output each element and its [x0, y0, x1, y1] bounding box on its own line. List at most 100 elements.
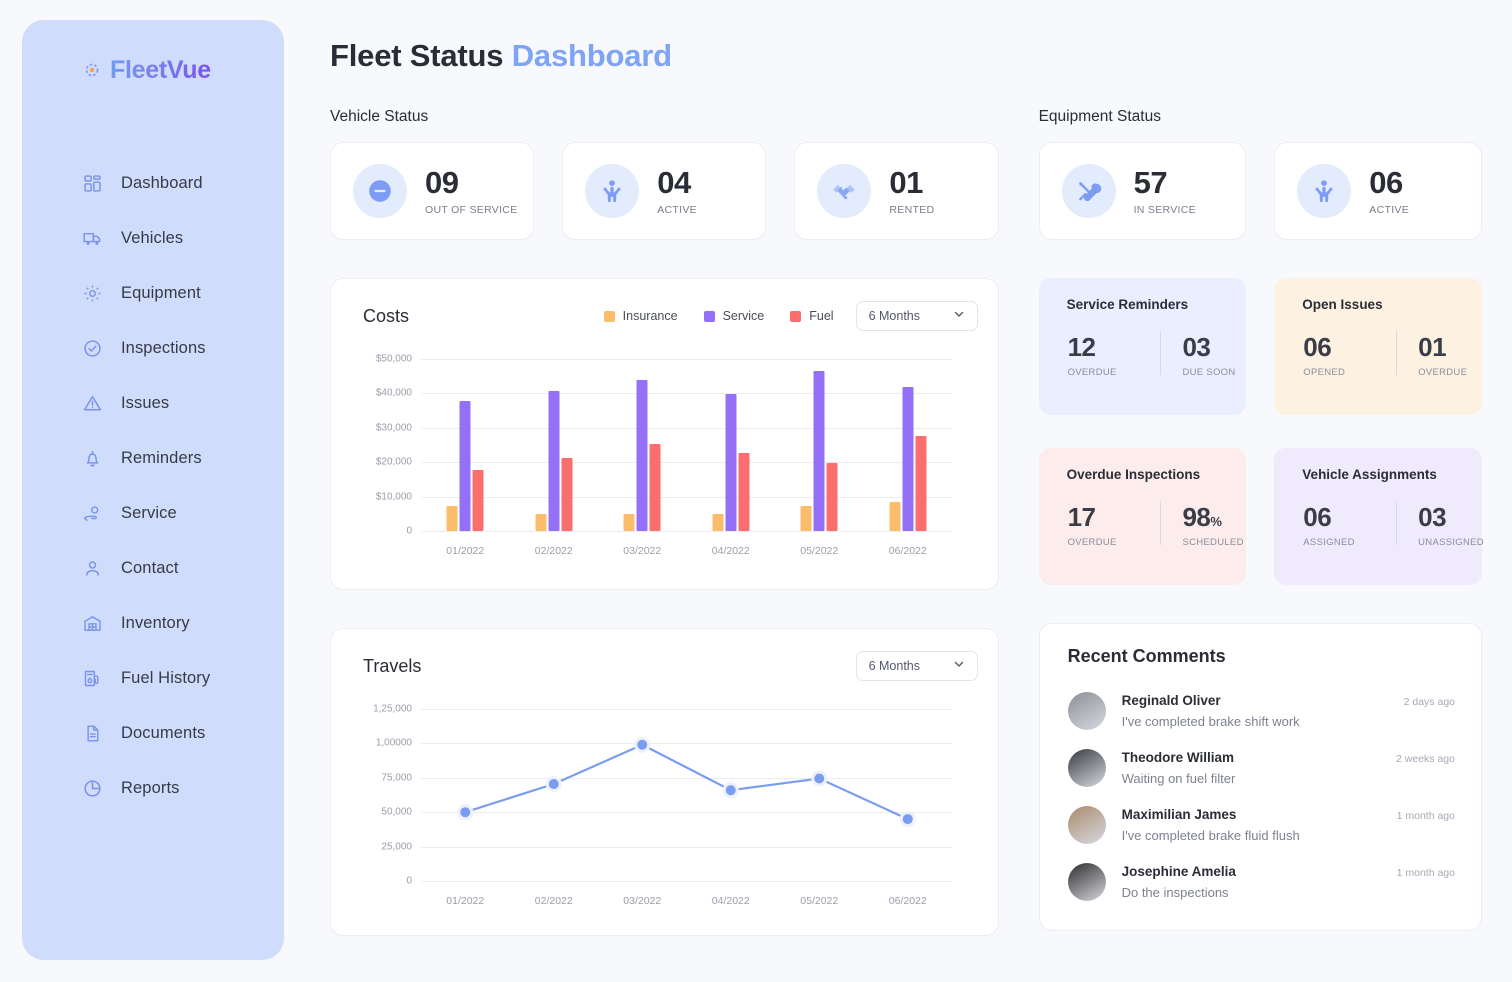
- mini-card-vehicle-assignments[interactable]: Vehicle Assignments 06 ASSIGNED 03 UNASS…: [1274, 448, 1482, 585]
- stat-card-equipment-active[interactable]: 06 ACTIVE: [1274, 142, 1482, 240]
- sidebar-item-documents[interactable]: Documents: [22, 706, 284, 761]
- sidebar-item-vehicles[interactable]: Vehicles: [22, 211, 284, 266]
- costs-card: Costs Insurance Service: [330, 278, 999, 590]
- gridline: [421, 531, 952, 532]
- comment-item[interactable]: Josephine Amelia1 month agoDo the inspec…: [1068, 856, 1455, 913]
- y-axis-tick-label: 75,000: [381, 772, 421, 783]
- stat-label: IN SERVICE: [1134, 204, 1196, 216]
- legend-swatch: [704, 311, 715, 322]
- sidebar-item-service[interactable]: Service: [22, 486, 284, 541]
- sidebar-item-inventory[interactable]: Inventory: [22, 596, 284, 651]
- bar-insurance: [447, 506, 458, 531]
- mini-stat-value: 06: [1303, 334, 1392, 360]
- comment-author: Theodore William: [1122, 750, 1234, 765]
- stat-label: ACTIVE: [657, 204, 697, 216]
- sidebar-item-inspections[interactable]: Inspections: [22, 321, 284, 376]
- sidebar-item-label: Issues: [121, 394, 169, 413]
- mini-stat-value: 03: [1182, 334, 1246, 360]
- user-icon: [82, 558, 103, 579]
- warehouse-icon: [82, 613, 103, 634]
- legend-item-insurance: Insurance: [604, 309, 678, 323]
- sidebar-item-dashboard[interactable]: Dashboard: [22, 156, 284, 211]
- comment-item[interactable]: Maximilian James1 month agoI've complete…: [1068, 799, 1455, 856]
- legend-swatch: [790, 311, 801, 322]
- equipment-status-label: Equipment Status: [1039, 108, 1482, 126]
- page-title-accent: Dashboard: [512, 38, 672, 73]
- legend-item-fuel: Fuel: [790, 309, 833, 323]
- mini-stat-label: DUE SOON: [1182, 367, 1246, 378]
- mini-card-open-issues[interactable]: Open Issues 06 OPENED 01 OVERDUE: [1274, 278, 1482, 415]
- mini-card-overdue-inspections[interactable]: Overdue Inspections 17 OVERDUE 98% SCHED…: [1039, 448, 1247, 585]
- sidebar-item-label: Contact: [121, 559, 179, 578]
- mini-stat-value: 03: [1418, 504, 1482, 530]
- bar-group: [447, 401, 484, 531]
- warning-triangle-icon: [82, 393, 103, 414]
- comments-list: Reginald Oliver2 days agoI've completed …: [1068, 685, 1455, 913]
- mini-stat-label: OVERDUE: [1418, 367, 1482, 378]
- sidebar-item-label: Inspections: [121, 339, 206, 358]
- comment-author: Reginald Oliver: [1122, 693, 1221, 708]
- bar-fuel: [915, 436, 926, 531]
- stat-card-in-service[interactable]: 57 IN SERVICE: [1039, 142, 1247, 240]
- sidebar: FleetVue Dashboard: [22, 20, 284, 960]
- mini-stat: 01 OVERDUE: [1392, 334, 1482, 378]
- person-active-icon: [585, 164, 639, 218]
- y-axis-tick-label: $20,000: [376, 457, 421, 468]
- sidebar-nav: Dashboard Vehicles: [22, 156, 284, 816]
- comment-text: Do the inspections: [1122, 885, 1455, 900]
- mini-stat-label: OPENED: [1303, 367, 1392, 378]
- comment-timestamp: 2 weeks ago: [1396, 753, 1455, 765]
- bell-icon: [82, 448, 103, 469]
- travels-title: Travels: [363, 656, 421, 677]
- costs-range-dropdown[interactable]: 6 Months: [856, 301, 978, 331]
- mini-card-title: Open Issues: [1302, 297, 1482, 312]
- sidebar-item-fuel-history[interactable]: Fuel History: [22, 651, 284, 706]
- stat-label: ACTIVE: [1369, 204, 1409, 216]
- stat-card-rented[interactable]: 01 RENTED: [794, 142, 998, 240]
- stat-value: 09: [425, 167, 518, 198]
- minus-circle-icon: [353, 164, 407, 218]
- x-axis-tick-label: 05/2022: [800, 895, 838, 907]
- comment-item[interactable]: Theodore William2 weeks agoWaiting on fu…: [1068, 742, 1455, 799]
- y-axis-tick-label: 0: [406, 526, 421, 537]
- stat-card-active[interactable]: 04 ACTIVE: [562, 142, 766, 240]
- stat-card-out-of-service[interactable]: 09 OUT OF SERVICE: [330, 142, 534, 240]
- legend-swatch: [604, 311, 615, 322]
- sidebar-item-reminders[interactable]: Reminders: [22, 431, 284, 486]
- comment-author: Maximilian James: [1122, 807, 1237, 822]
- x-axis-tick-label: 03/2022: [623, 545, 661, 557]
- sidebar-item-reports[interactable]: Reports: [22, 761, 284, 816]
- comment-item[interactable]: Reginald Oliver2 days agoI've completed …: [1068, 685, 1455, 742]
- bar-insurance: [889, 502, 900, 531]
- mini-stat-label: OVERDUE: [1068, 537, 1157, 548]
- gridline: [421, 428, 952, 429]
- stat-label: RENTED: [889, 204, 934, 216]
- document-icon: [82, 723, 103, 744]
- travels-card: Travels 6 Months 025,00050,00075,0001,00…: [330, 628, 999, 936]
- grid-icon: [82, 173, 103, 194]
- stat-value: 01: [889, 167, 934, 198]
- sidebar-item-issues[interactable]: Issues: [22, 376, 284, 431]
- bar-service: [814, 371, 825, 531]
- mini-stat-label: SCHEDULED: [1182, 537, 1246, 548]
- brand-logo[interactable]: FleetVue: [22, 50, 284, 90]
- page-title: Fleet Status Dashboard: [330, 38, 1482, 74]
- y-axis-tick-label: $10,000: [376, 491, 421, 502]
- x-axis-tick-label: 03/2022: [623, 895, 661, 907]
- gridline: [421, 359, 952, 360]
- sidebar-item-label: Dashboard: [121, 174, 203, 193]
- x-axis-tick-label: 01/2022: [446, 545, 484, 557]
- comment-body: Theodore William2 weeks agoWaiting on fu…: [1122, 749, 1455, 786]
- mini-card-service-reminders[interactable]: Service Reminders 12 OVERDUE 03 DUE SOON: [1039, 278, 1247, 415]
- travels-range-dropdown[interactable]: 6 Months: [856, 651, 978, 681]
- sidebar-item-label: Vehicles: [121, 229, 183, 248]
- avatar: [1068, 806, 1106, 844]
- mini-stat: 06 OPENED: [1302, 334, 1392, 378]
- sidebar-item-equipment[interactable]: Equipment: [22, 266, 284, 321]
- sidebar-item-contact[interactable]: Contact: [22, 541, 284, 596]
- x-axis-tick-label: 02/2022: [535, 545, 573, 557]
- gridline: [421, 497, 952, 498]
- mini-stat-number: 98: [1182, 502, 1210, 532]
- bar-service: [460, 401, 471, 531]
- y-axis-tick-label: 25,000: [381, 841, 421, 852]
